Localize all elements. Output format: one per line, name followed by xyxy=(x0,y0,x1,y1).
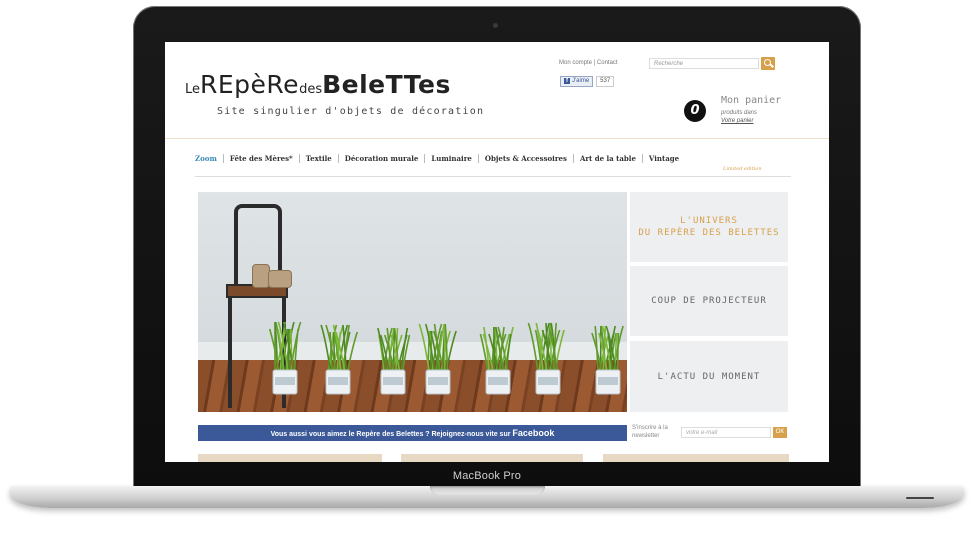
facebook-like-widget: f J'aime 537 xyxy=(560,75,615,87)
photo-grass-pots xyxy=(268,321,624,395)
facebook-join-text: Vous aussi vous aimez le Repère des Bele… xyxy=(270,431,513,438)
newsletter-label: S'inscrire à la newsletter xyxy=(632,425,668,439)
facebook-like-label: J'aime xyxy=(572,77,590,84)
grass-pot xyxy=(479,326,514,395)
facebook-join-strong: Facebook xyxy=(512,428,555,438)
logo-part-repere: REpèRe xyxy=(200,70,300,99)
nav-underline xyxy=(195,176,791,177)
tile-univers[interactable]: L'UNIVERS DU REPÈRE DES BELETTES xyxy=(630,192,788,262)
newsletter-email-input[interactable]: votre e-mail xyxy=(681,427,771,438)
product-thumbnail[interactable] xyxy=(198,454,382,462)
nav-item-textile[interactable]: Textile xyxy=(300,154,339,163)
cart-link[interactable]: Votre panier xyxy=(721,118,753,124)
grass-pot xyxy=(268,321,302,395)
account-separator: | xyxy=(593,60,596,66)
grass-pot xyxy=(527,322,565,395)
tile-coup-de-projecteur-label: COUP DE PROJECTEUR xyxy=(651,296,767,306)
nav-item-fete-des-meres[interactable]: Fête des Mères* xyxy=(224,154,300,163)
nav-item-decoration-murale[interactable]: Décoration murale xyxy=(339,154,426,163)
tile-actu-du-moment[interactable]: L'ACTU DU MOMENT xyxy=(630,341,788,412)
tile-coup-de-projecteur[interactable]: COUP DE PROJECTEUR xyxy=(630,266,788,336)
tile-actu-du-moment-label: L'ACTU DU MOMENT xyxy=(657,371,761,382)
contact-link[interactable]: Contact xyxy=(597,60,618,66)
grass-pot xyxy=(377,327,411,395)
browser-screen: LeREpèRedesBeleTTes Site singulier d'obj… xyxy=(165,42,829,462)
site-logo[interactable]: LeREpèRedesBeleTTes xyxy=(185,72,451,97)
nav-item-luminaire[interactable]: Luminaire xyxy=(425,154,479,163)
logo-part-belettes: BeleTTes xyxy=(322,70,451,99)
cart-title[interactable]: Mon panier xyxy=(721,95,781,106)
nav-item-vintage[interactable]: Vintage xyxy=(643,154,685,163)
device-label: MacBook Pro xyxy=(452,470,522,482)
camera-icon xyxy=(493,23,498,28)
facebook-like-button[interactable]: f J'aime xyxy=(560,75,594,87)
site-tagline: Site singulier d'objets de décoration xyxy=(217,106,485,117)
vintage-subtitle: Limited edition xyxy=(723,166,762,172)
search-icon-handle xyxy=(770,63,774,68)
hero-photo[interactable] xyxy=(198,192,627,412)
facebook-join-banner[interactable]: Vous aussi vous aimez le Repère des Bele… xyxy=(198,425,627,441)
header-divider xyxy=(165,138,829,139)
facebook-like-count: 537 xyxy=(596,75,615,87)
grass-pot xyxy=(591,325,624,395)
search-button[interactable] xyxy=(761,57,775,70)
facebook-icon: f xyxy=(564,78,570,84)
logo-part-des: des xyxy=(299,82,323,97)
nav-item-art-de-la-table[interactable]: Art de la table xyxy=(574,154,643,163)
cart-count-badge[interactable]: 0 xyxy=(684,100,706,122)
cart-subtitle: produits dans xyxy=(721,110,758,116)
newsletter-submit-button[interactable]: OK xyxy=(773,427,787,438)
sleep-indicator xyxy=(906,497,934,499)
account-links: Mon compte | Contact xyxy=(559,60,618,66)
tile-univers-line1: L'UNIVERS xyxy=(680,216,738,226)
search-input[interactable]: Recherche xyxy=(649,58,759,69)
grass-pot xyxy=(320,324,359,395)
product-thumbnail[interactable] xyxy=(401,454,583,462)
product-thumbnail[interactable] xyxy=(603,454,789,462)
nav-item-objets-accessoires[interactable]: Objets & Accessoires xyxy=(479,154,574,163)
grass-pot xyxy=(418,323,457,395)
tile-univers-line2: DU REPÈRE DES BELETTES xyxy=(638,228,780,238)
main-nav: Zoom Fête des Mères* Textile Décoration … xyxy=(195,154,685,163)
logo-part-le: Le xyxy=(185,82,201,97)
my-account-link[interactable]: Mon compte xyxy=(559,60,592,66)
laptop-notch xyxy=(430,486,545,495)
tile-univers-text: L'UNIVERS DU REPÈRE DES BELETTES xyxy=(638,215,779,239)
nav-item-zoom[interactable]: Zoom xyxy=(195,154,224,163)
